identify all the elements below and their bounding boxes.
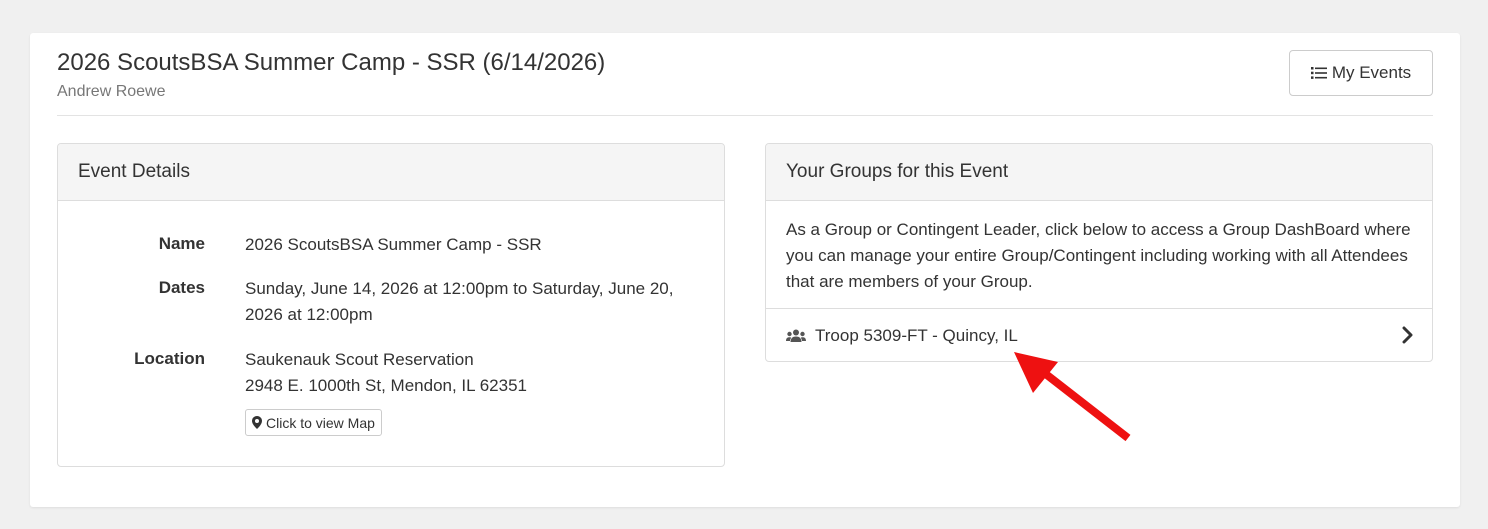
name-label: Name (158, 234, 205, 253)
name-value: 2026 ScoutsBSA Summer Camp - SSR (245, 235, 542, 254)
map-marker-icon (252, 416, 262, 429)
event-details-panel: Event Details Name 2026 ScoutsBSA Summer… (57, 143, 725, 467)
your-groups-panel: Your Groups for this Event As a Group or… (765, 143, 1433, 362)
location-label: Location (134, 349, 205, 368)
users-icon (786, 329, 806, 343)
your-groups-heading: Your Groups for this Event (766, 144, 1432, 201)
user-name: Andrew Roewe (57, 83, 166, 100)
groups-description: As a Group or Contingent Leader, click b… (786, 220, 1411, 291)
view-map-label: Click to view Map (266, 414, 375, 431)
chevron-right-icon (1402, 326, 1414, 349)
group-item-troop-5309[interactable]: Troop 5309-FT - Quincy, IL (766, 308, 1432, 361)
page-card: 2026 ScoutsBSA Summer Camp - SSR (6/14/2… (30, 33, 1460, 507)
my-events-label: My Events (1331, 63, 1412, 82)
location-value: Saukenauk Scout Reservation 2948 E. 1000… (245, 347, 695, 437)
group-item-label: Troop 5309-FT - Quincy, IL (815, 325, 1018, 345)
view-map-button[interactable]: Click to view Map (245, 409, 382, 436)
list-icon (1310, 67, 1327, 79)
location-address: 2948 E. 1000th St, Mendon, IL 62351 (245, 376, 527, 395)
page-title: 2026 ScoutsBSA Summer Camp - SSR (6/14/2… (57, 49, 606, 76)
event-header: 2026 ScoutsBSA Summer Camp - SSR (6/14/2… (57, 47, 1433, 116)
my-events-button[interactable]: My Events (1289, 50, 1433, 96)
event-details-heading: Event Details (58, 144, 724, 201)
dates-label: Dates (158, 278, 205, 297)
location-name: Saukenauk Scout Reservation (245, 350, 474, 369)
dates-value: Sunday, June 14, 2026 at 12:00pm to Satu… (245, 279, 674, 324)
